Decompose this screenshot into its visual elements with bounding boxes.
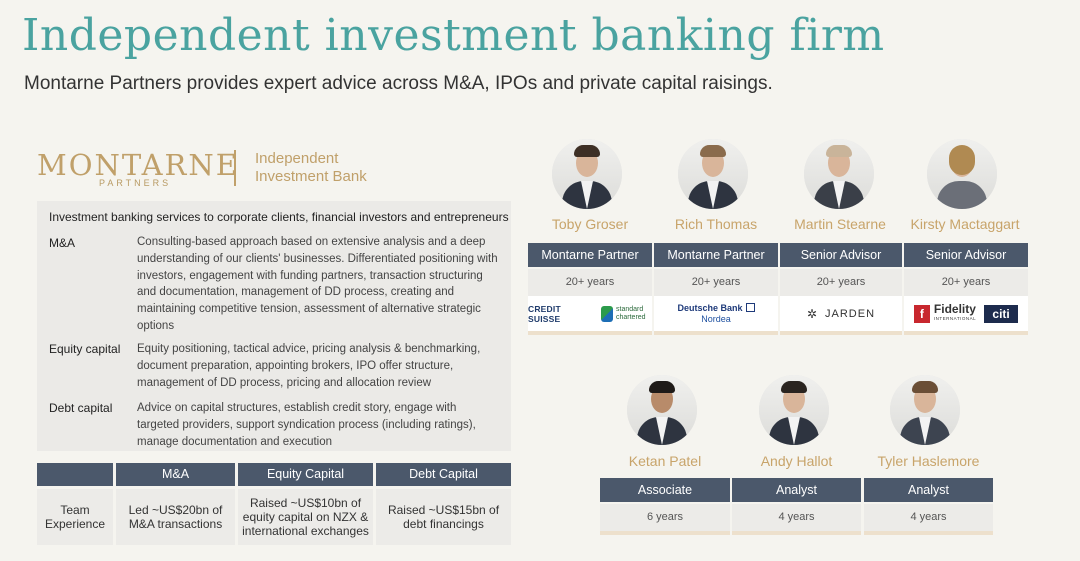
fidelity-logo: f Fidelity INTERNATIONAL <box>913 302 977 324</box>
credit-suisse-logo: CREDIT SUISSE <box>528 304 561 324</box>
divider <box>732 531 861 535</box>
service-text-debt: Advice on capital structures, establish … <box>137 402 476 448</box>
person-years: 20+ years <box>780 269 902 296</box>
fidelity-icon: f <box>913 305 930 323</box>
table-header-ma: M&A <box>116 463 235 486</box>
person-role: Analyst <box>732 478 861 502</box>
avatar-ketan-patel <box>627 375 697 445</box>
person-years: 4 years <box>732 504 861 531</box>
person-role: Associate <box>600 478 730 502</box>
service-label-equity: Equity capital <box>49 342 121 356</box>
divider <box>528 331 652 335</box>
person-name: Kirsty Mactaggart <box>910 216 1020 232</box>
jarden-logo: JARDEN <box>825 308 876 320</box>
person-role: Analyst <box>864 478 993 502</box>
divider <box>904 331 1028 335</box>
person-role: Senior Advisor <box>780 243 902 267</box>
person-years: 6 years <box>600 504 730 531</box>
services-panel: Investment banking services to corporate… <box>37 201 511 451</box>
nordea-text: Nordea <box>701 314 731 324</box>
service-label-ma: M&A <box>49 236 76 250</box>
divider <box>600 531 730 535</box>
logo-tagline-line-1: Independent <box>255 150 339 167</box>
person-name: Andy Hallot <box>760 453 833 469</box>
logo-divider <box>234 150 236 186</box>
person-years: 20+ years <box>654 269 778 296</box>
table-cell-equity: Raised ~US$10bn of equity capital on NZX… <box>238 489 373 545</box>
service-text-equity: Equity positioning, tactical advice, pri… <box>137 343 481 389</box>
person-role: Montarne Partner <box>528 243 652 267</box>
table-cell-ma: Led ~US$20bn of M&A transactions <box>116 489 235 545</box>
avatar-andy-hallot <box>759 375 829 445</box>
logo-wordmark: MONTARNE <box>37 148 239 182</box>
services-heading: Investment banking services to corporate… <box>49 210 509 224</box>
page-subtitle: Montarne Partners provides expert advice… <box>24 73 773 94</box>
table-cell-debt: Raised ~US$15bn of debt financings <box>376 489 511 545</box>
person-years: 20+ years <box>528 269 652 296</box>
avatar-martin-stearne <box>804 139 874 209</box>
divider <box>780 331 902 335</box>
fidelity-text: Fidelity <box>933 302 976 316</box>
table-header-equity: Equity Capital <box>238 463 373 486</box>
divider <box>654 331 778 335</box>
deutsche-bank-text: Deutsche Bank <box>677 303 743 313</box>
logo-tagline-line-2: Investment Bank <box>255 168 367 185</box>
person-years: 20+ years <box>904 269 1028 296</box>
page-title: Independent investment banking firm <box>22 10 885 61</box>
logo-subword: PARTNERS <box>99 178 172 188</box>
fidelity-subtext: INTERNATIONAL <box>933 316 977 321</box>
person-role: Senior Advisor <box>904 243 1028 267</box>
standard-chartered-logo: standard chartered <box>601 306 652 322</box>
prior-firms-logos: CREDIT SUISSE standard chartered <box>528 296 652 332</box>
jarden-icon: ✲ <box>806 307 818 321</box>
person-name: Rich Thomas <box>674 216 758 232</box>
divider <box>864 531 993 535</box>
table-row-label: Team Experience <box>37 489 113 545</box>
person-role: Montarne Partner <box>654 243 778 267</box>
deutsche-bank-nordea-logo: Deutsche Bank Nordea <box>677 303 755 325</box>
avatar-kirsty-mactaggart <box>927 139 997 209</box>
logo-tagline: Independent Investment Bank <box>255 150 367 186</box>
person-name: Martin Stearne <box>794 216 886 232</box>
table-header-blank <box>37 463 113 486</box>
person-name: Tyler Haslemore <box>877 453 980 469</box>
person-name: Ketan Patel <box>628 453 702 469</box>
avatar-tyler-haslemore <box>890 375 960 445</box>
avatar-toby-groser <box>552 139 622 209</box>
table-header-debt: Debt Capital <box>376 463 511 486</box>
montarne-logo: MONTARNE PARTNERS Independent Investment… <box>37 148 417 190</box>
standard-chartered-text: standard chartered <box>616 306 646 321</box>
service-text-ma: Consulting-based approach based on exten… <box>137 236 498 332</box>
person-years: 4 years <box>864 504 993 531</box>
prior-firms-logos: f Fidelity INTERNATIONAL citi <box>904 296 1028 332</box>
person-name: Toby Groser <box>551 216 629 232</box>
avatar-rich-thomas <box>678 139 748 209</box>
citi-logo: citi <box>984 305 1019 323</box>
service-label-debt: Debt capital <box>49 401 113 415</box>
prior-firms-logos: ✲ JARDEN <box>780 296 902 332</box>
prior-firms-logos: Deutsche Bank Nordea <box>654 296 778 332</box>
